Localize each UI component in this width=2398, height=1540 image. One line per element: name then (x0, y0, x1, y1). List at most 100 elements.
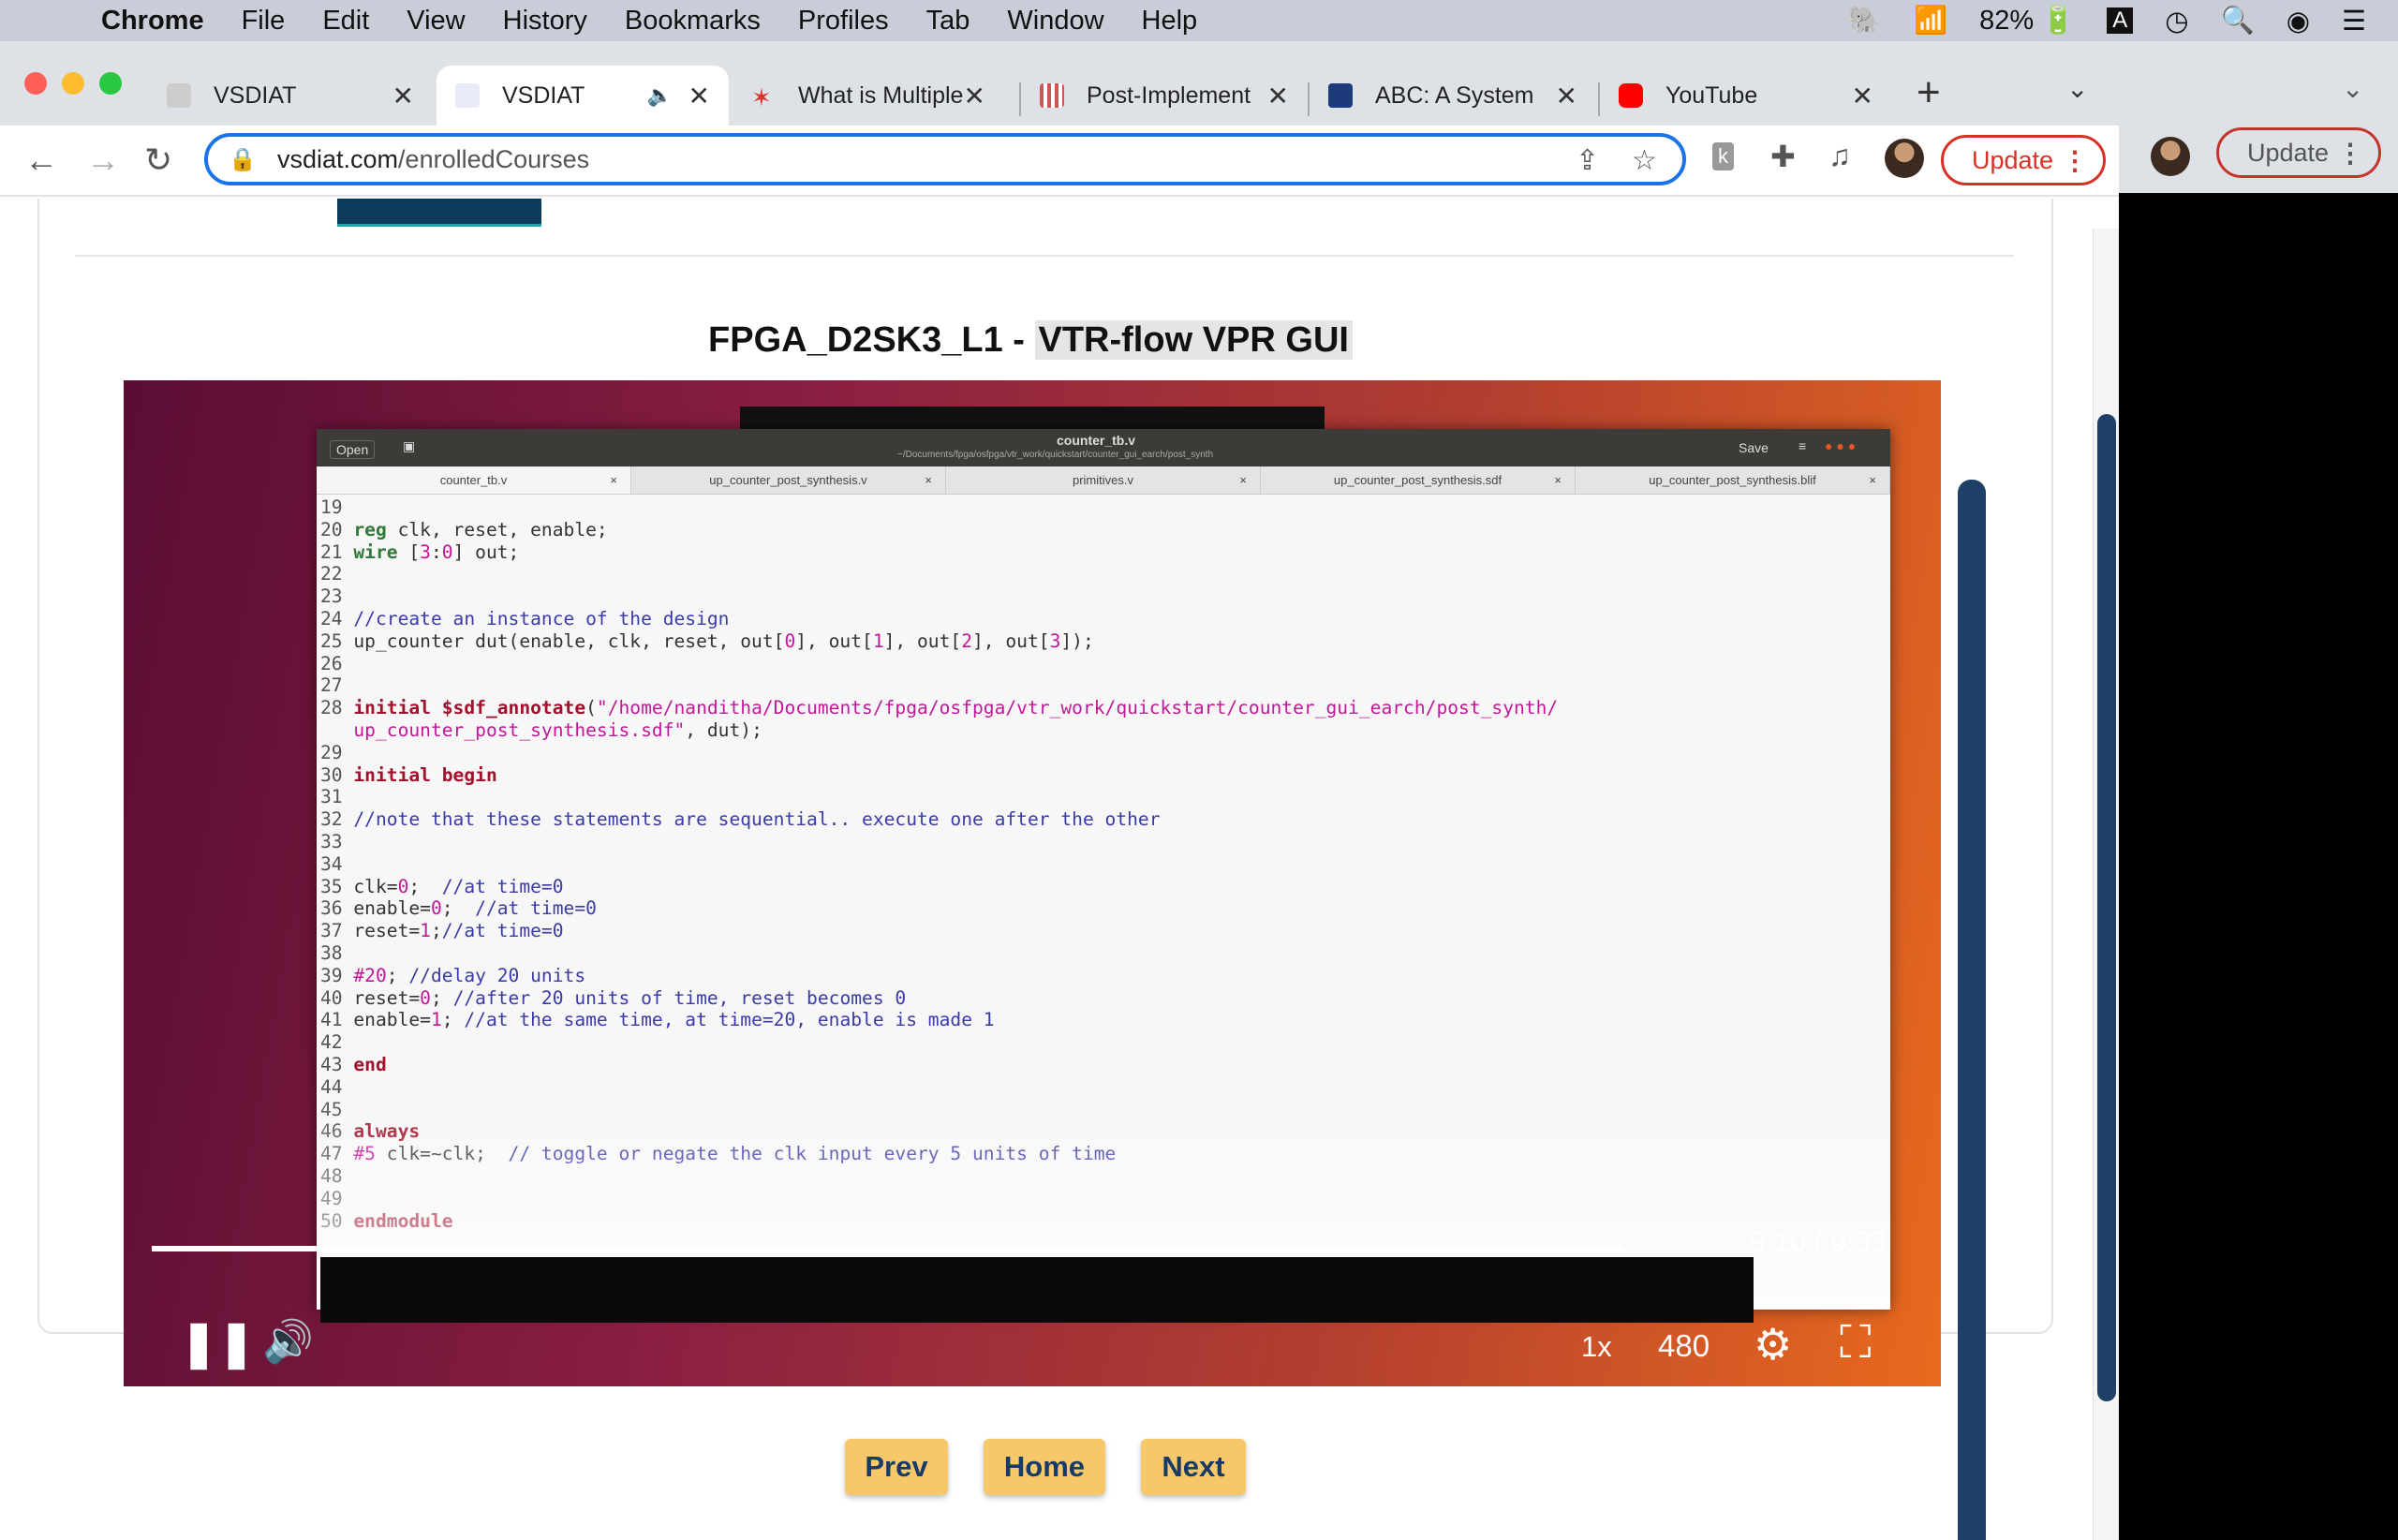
media-control-icon[interactable]: ♫ (1828, 139, 1851, 173)
close-tab-icon[interactable]: ✕ (688, 81, 710, 111)
menu-view[interactable]: View (407, 6, 465, 37)
editor-tab-label: up_counter_post_synthesis.sdf (1333, 473, 1502, 487)
pause-icon[interactable]: ❚❚ (180, 1317, 255, 1370)
editor-titlebar: Open ▣ counter_tb.v ~/Documents/fpga/osf… (317, 429, 1890, 466)
battery-icon[interactable]: 🔋 (2041, 5, 2075, 37)
forward-arrow-icon[interactable]: → (86, 141, 120, 180)
volume-icon[interactable]: 🔊 (262, 1317, 314, 1366)
update-button-background[interactable]: Update ⋮ (2216, 127, 2381, 178)
background-window-toolbar: ⌄ Update ⋮ (2119, 41, 2398, 193)
menu-profiles[interactable]: Profiles (798, 6, 889, 37)
active-nav-indicator (337, 199, 541, 227)
close-window-icon[interactable] (24, 72, 47, 95)
fullscreen-icon[interactable]: ⛶ (1840, 1317, 1872, 1370)
next-button[interactable]: Next (1141, 1439, 1246, 1495)
tab-vsdiat-active[interactable]: VSDIAT 🔈 ✕ (437, 66, 729, 126)
bookmark-star-icon[interactable]: ☆ (1632, 144, 1657, 177)
close-icon: × (925, 473, 932, 487)
siri-icon[interactable]: ◉ (2287, 5, 2310, 37)
close-icon: × (1869, 473, 1876, 487)
editor-tab-label: primitives.v (1072, 473, 1133, 487)
close-icon: × (610, 473, 617, 487)
tab-vsdiat-1[interactable]: VSDIAT ✕ (148, 66, 433, 126)
playback-speed-button[interactable]: 1x (1581, 1330, 1612, 1364)
share-icon[interactable]: ⇪ (1576, 144, 1599, 177)
url-text[interactable]: vsdiat.com/enrolledCourses (277, 145, 589, 174)
update-button[interactable]: Update ⋮ (1941, 135, 2106, 185)
tab-abc[interactable]: ABC: A System f ✕ (1310, 66, 1596, 126)
gedit-window: Open ▣ counter_tb.v ~/Documents/fpga/osf… (317, 429, 1890, 1310)
close-tab-icon[interactable]: ✕ (1852, 81, 1873, 111)
browser-toolbar: ← → ↻ 🔒 vsdiat.com/enrolledCourses ⇪ ☆ k… (0, 126, 2119, 197)
tab-title: What is Multiple (798, 81, 964, 109)
menu-help[interactable]: Help (1142, 6, 1198, 37)
avatar[interactable] (2151, 137, 2190, 176)
more-icon: ⋮ (2062, 145, 2088, 175)
wifi-icon[interactable]: 📶 (1914, 5, 1947, 37)
menu-edit[interactable]: Edit (322, 6, 369, 37)
clock-icon[interactable]: ◷ (2165, 5, 2188, 37)
url-domain: vsdiat.com (277, 144, 399, 173)
update-label: Update (1972, 145, 2054, 174)
tab-title: YouTube (1665, 81, 1758, 109)
menu-window[interactable]: Window (1007, 6, 1103, 37)
back-arrow-icon[interactable]: ← (24, 141, 58, 180)
video-top-black-bar (740, 407, 1325, 431)
reload-icon[interactable]: ↻ (144, 141, 172, 180)
tab-title: Post-Implement (1087, 81, 1251, 109)
video-player[interactable]: Open ▣ counter_tb.v ~/Documents/fpga/osf… (124, 380, 1941, 1386)
zoom-window-icon[interactable] (99, 72, 122, 95)
speaker-icon[interactable]: 🔈 (647, 83, 673, 108)
page-scrollbar-thumb[interactable] (2097, 414, 2116, 1401)
editor-tabs: counter_tb.v × up_counter_post_synthesis.… (317, 466, 1890, 495)
control-center-icon[interactable]: ☰ (2342, 5, 2366, 37)
quality-button[interactable]: 480 (1658, 1328, 1710, 1364)
menu-tab[interactable]: Tab (926, 6, 970, 37)
menu-history[interactable]: History (503, 6, 587, 37)
page-content: FPGA_D2SK3_L1 - VTR-flow VPR GUI Open ▣ … (0, 199, 2119, 1540)
chevron-down-icon[interactable]: ⌄ (2342, 73, 2363, 104)
chevron-down-icon[interactable]: ⌄ (2066, 73, 2088, 104)
battery-percent[interactable]: 82% (1979, 6, 2034, 37)
tab-multiple[interactable]: ✶ What is Multiple ✕ (733, 66, 1004, 126)
close-tab-icon[interactable]: ✕ (1267, 81, 1289, 111)
tab-youtube[interactable]: YouTube ✕ (1600, 66, 1892, 126)
menu-file[interactable]: File (242, 6, 286, 37)
video-progress-bar[interactable] (152, 1246, 1684, 1251)
lock-icon[interactable]: 🔒 (229, 146, 260, 173)
new-tab-icon[interactable]: + (1917, 69, 1941, 116)
star-favicon-icon: ✶ (751, 83, 772, 111)
menu-app-name[interactable]: Chrome (101, 6, 204, 37)
menu-bookmarks[interactable]: Bookmarks (625, 6, 761, 37)
editor-tab: counter_tb.v × (317, 466, 631, 494)
video-title-highlight: VTR-flow VPR GUI (1034, 320, 1353, 360)
lesson-sidebar-bar[interactable] (1958, 480, 1986, 1540)
youtube-favicon-icon (1619, 83, 1643, 108)
close-tab-icon[interactable]: ✕ (964, 81, 985, 111)
menu-icon: ≡ (1798, 438, 1807, 453)
university-favicon-icon (1328, 83, 1353, 108)
video-progress-fill (152, 1246, 1623, 1251)
tab-post-implement[interactable]: Post-Implement ✕ (1021, 66, 1308, 126)
minimize-window-icon[interactable] (62, 72, 84, 95)
prev-button[interactable]: Prev (845, 1439, 948, 1495)
background-window: ⌄ Update ⋮ (2119, 41, 2398, 1499)
close-tab-icon[interactable]: ✕ (1556, 81, 1577, 111)
settings-gear-icon[interactable]: ⚙ (1754, 1319, 1792, 1370)
macos-menubar: Chrome File Edit View History Bookmarks … (0, 0, 2398, 41)
input-source-icon[interactable]: A (2107, 7, 2134, 34)
extension-k-icon[interactable]: k (1712, 142, 1734, 170)
vsdiat-favicon-icon (167, 83, 191, 108)
address-bar[interactable]: 🔒 vsdiat.com/enrolledCourses ⇪ ☆ (204, 133, 1686, 185)
evernote-icon[interactable]: 🐘 (1848, 5, 1882, 37)
url-path: /enrolledCourses (398, 144, 590, 173)
close-icon: × (1554, 473, 1562, 487)
close-tab-icon[interactable]: ✕ (392, 81, 414, 111)
home-button[interactable]: Home (984, 1439, 1105, 1495)
avatar[interactable] (1885, 139, 1924, 178)
editor-tab-label: up_counter_post_synthesis.blif (1649, 473, 1816, 487)
page-scrollbar[interactable] (2093, 229, 2119, 1540)
spotlight-search-icon[interactable]: 🔍 (2221, 5, 2255, 37)
extensions-puzzle-icon[interactable]: ✚ (1770, 139, 1796, 174)
divider (75, 255, 2014, 257)
